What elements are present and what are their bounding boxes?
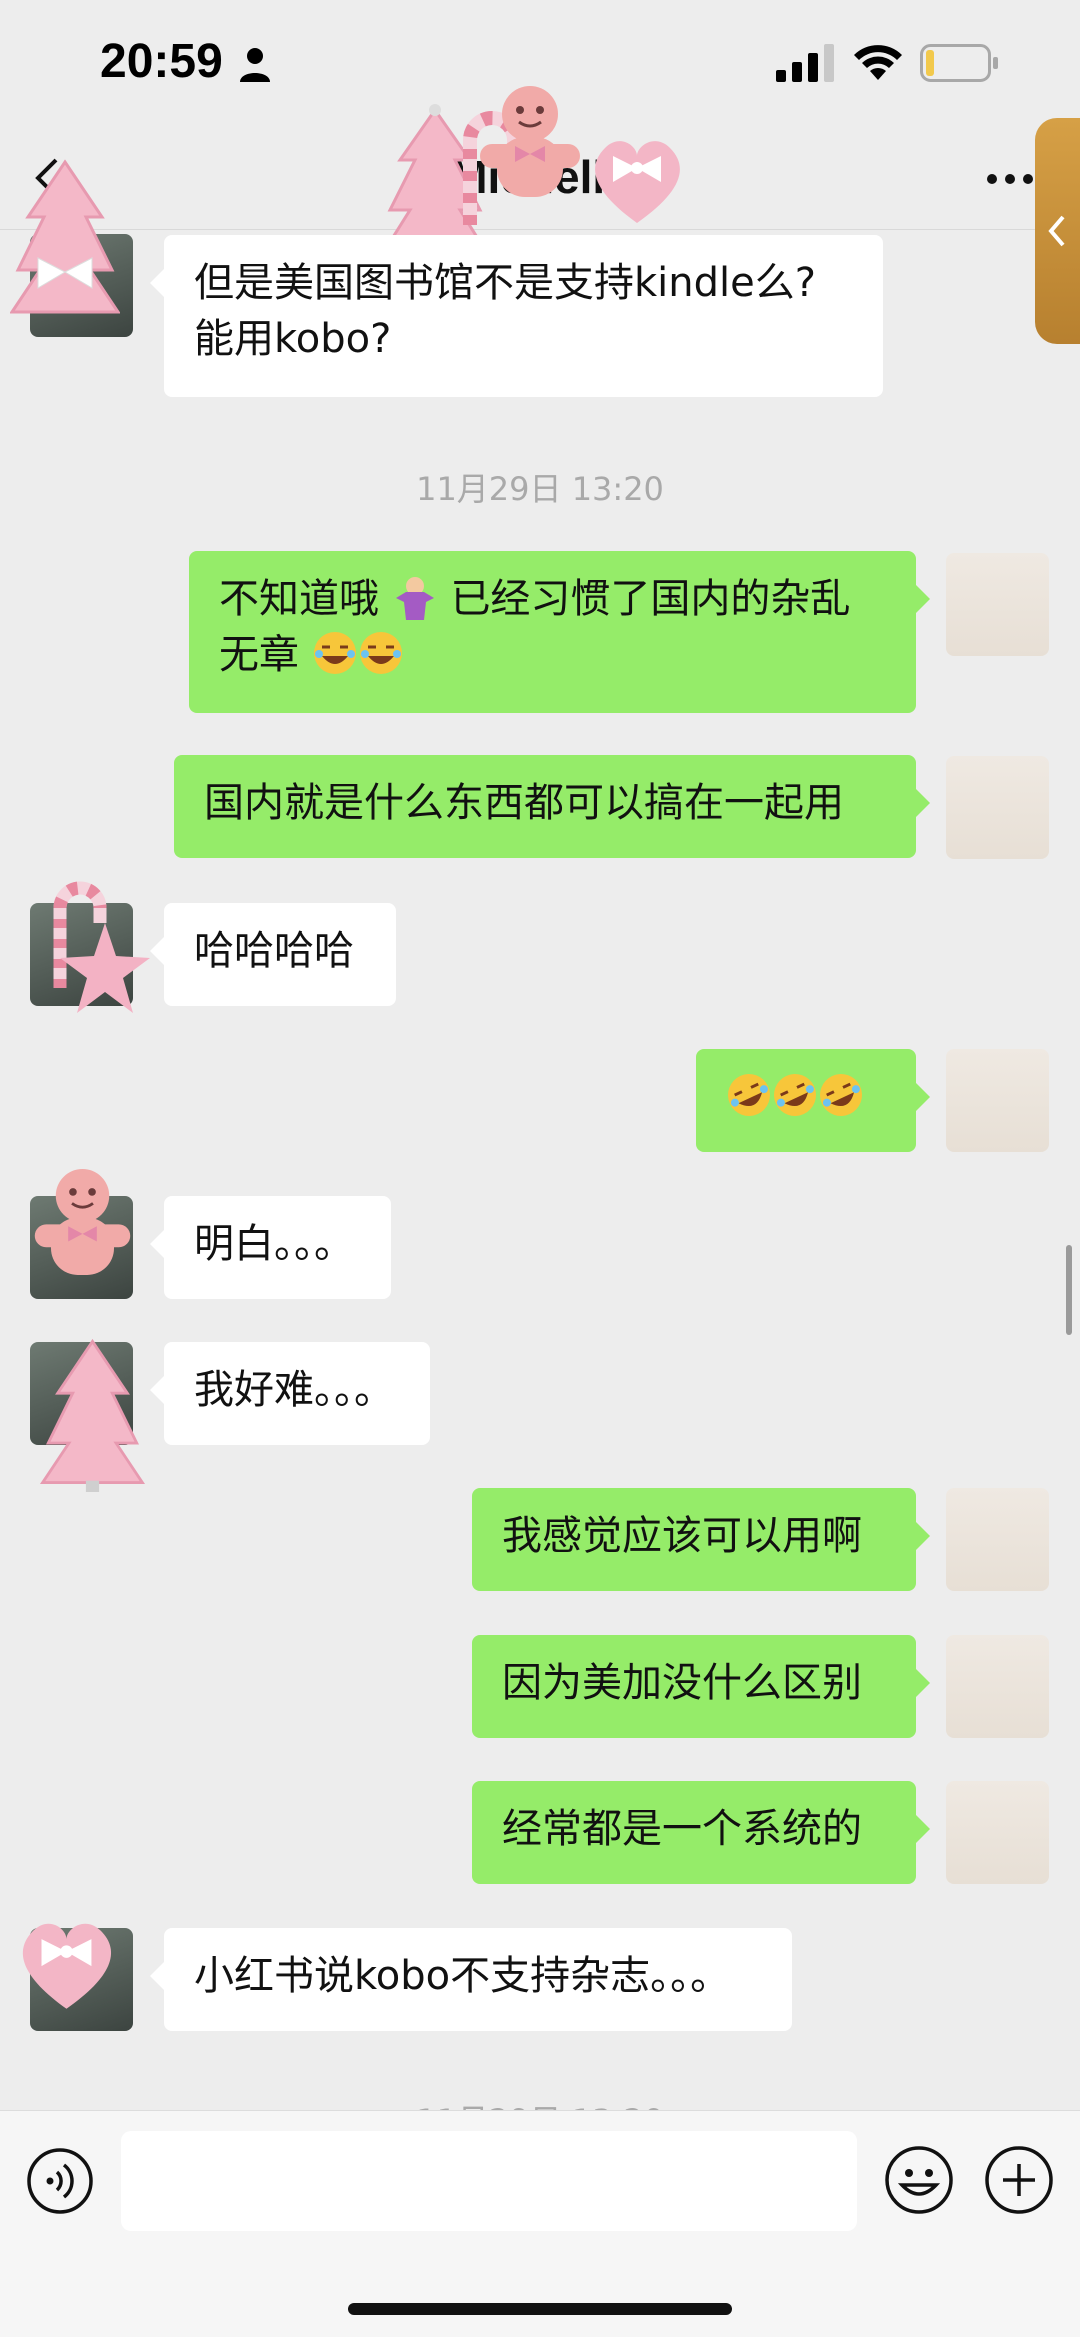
- message-bubble[interactable]: 小红书说kobo不支持杂志。。。: [150, 1928, 792, 2031]
- message-text: 能用kobo?: [194, 316, 392, 362]
- message-bubble[interactable]: 明白。。。: [150, 1196, 391, 1299]
- cellular-signal-icon: [776, 44, 834, 82]
- message-text: 因为美加没什么区别: [502, 1660, 862, 1706]
- message-bubble[interactable]: 我感觉应该可以用啊: [472, 1488, 930, 1591]
- message-bubble[interactable]: 因为美加没什么区别: [472, 1635, 930, 1738]
- chevron-left-icon: [1048, 215, 1065, 247]
- message-bubble[interactable]: [696, 1049, 930, 1152]
- plus-icon[interactable]: [984, 2145, 1054, 2215]
- message-bubble[interactable]: 不知道哦 已经习惯了国内的杂乱 无章: [189, 551, 930, 713]
- christmas-tree-sticker: [10, 159, 120, 314]
- message-text: 哈哈哈哈: [194, 928, 354, 974]
- battery-icon: [920, 44, 998, 82]
- my-avatar[interactable]: [946, 553, 1049, 656]
- christmas-tree-sticker: [39, 1338, 146, 1492]
- heart-bow-sticker: [595, 141, 680, 223]
- message-input[interactable]: [121, 2131, 857, 2231]
- message-text: 无章: [219, 632, 299, 678]
- person-icon: [240, 48, 270, 82]
- gingerbread-sticker: [480, 86, 580, 197]
- message-text: 我感觉应该可以用啊: [502, 1513, 862, 1559]
- heart-bow-sticker: [22, 1923, 112, 2009]
- scroll-indicator[interactable]: [1066, 1245, 1072, 1335]
- message-bubble[interactable]: 哈哈哈哈: [150, 903, 396, 1006]
- side-floating-tab[interactable]: [1035, 118, 1080, 344]
- message-bubble[interactable]: 但是美国图书馆不是支持kindle么? 能用kobo?: [150, 235, 883, 397]
- home-indicator: [348, 2303, 732, 2315]
- voice-icon[interactable]: [26, 2147, 94, 2215]
- message-bubble[interactable]: 我好难。。。: [150, 1342, 430, 1445]
- candy-cane-star-sticker: [53, 881, 150, 1013]
- my-avatar[interactable]: [946, 756, 1049, 859]
- message-text: 已经习惯了国内的杂乱: [450, 576, 851, 622]
- laugh-emoji-icon: [313, 632, 356, 674]
- message-bubble[interactable]: 经常都是一个系统的: [472, 1781, 930, 1884]
- my-avatar[interactable]: [946, 1049, 1049, 1152]
- message-text: 国内就是什么东西都可以搞在一起用: [204, 780, 844, 826]
- message-text: 经常都是一个系统的: [502, 1806, 862, 1852]
- message-bubble[interactable]: 国内就是什么东西都可以搞在一起用: [174, 755, 930, 858]
- my-avatar[interactable]: [946, 1488, 1049, 1591]
- rofl-emoji-icon: [728, 1074, 770, 1116]
- message-text: 我好难。。。: [194, 1367, 394, 1413]
- laugh-emoji-icon: [359, 632, 402, 674]
- rofl-emoji-icon: [774, 1074, 816, 1116]
- message-text: 但是美国图书馆不是支持kindle么?: [194, 260, 816, 306]
- shrug-emoji-icon: [395, 577, 434, 620]
- message-text: 小红书说kobo不支持杂志。。。: [194, 1953, 731, 1999]
- wifi-icon: [854, 45, 902, 80]
- my-avatar[interactable]: [946, 1781, 1049, 1884]
- message-text: 明白。。。: [194, 1221, 354, 1267]
- rofl-emoji-icon: [820, 1074, 862, 1116]
- gingerbread-sticker: [34, 1169, 131, 1275]
- message-text: 不知道哦: [219, 576, 379, 622]
- input-bar: [0, 2110, 1080, 2337]
- timestamp: 11月29日 13:20: [416, 470, 664, 508]
- status-time: 20:59: [100, 35, 223, 88]
- more-dots-icon[interactable]: [986, 172, 1034, 186]
- emoji-smile-icon[interactable]: [884, 2145, 954, 2215]
- my-avatar[interactable]: [946, 1635, 1049, 1738]
